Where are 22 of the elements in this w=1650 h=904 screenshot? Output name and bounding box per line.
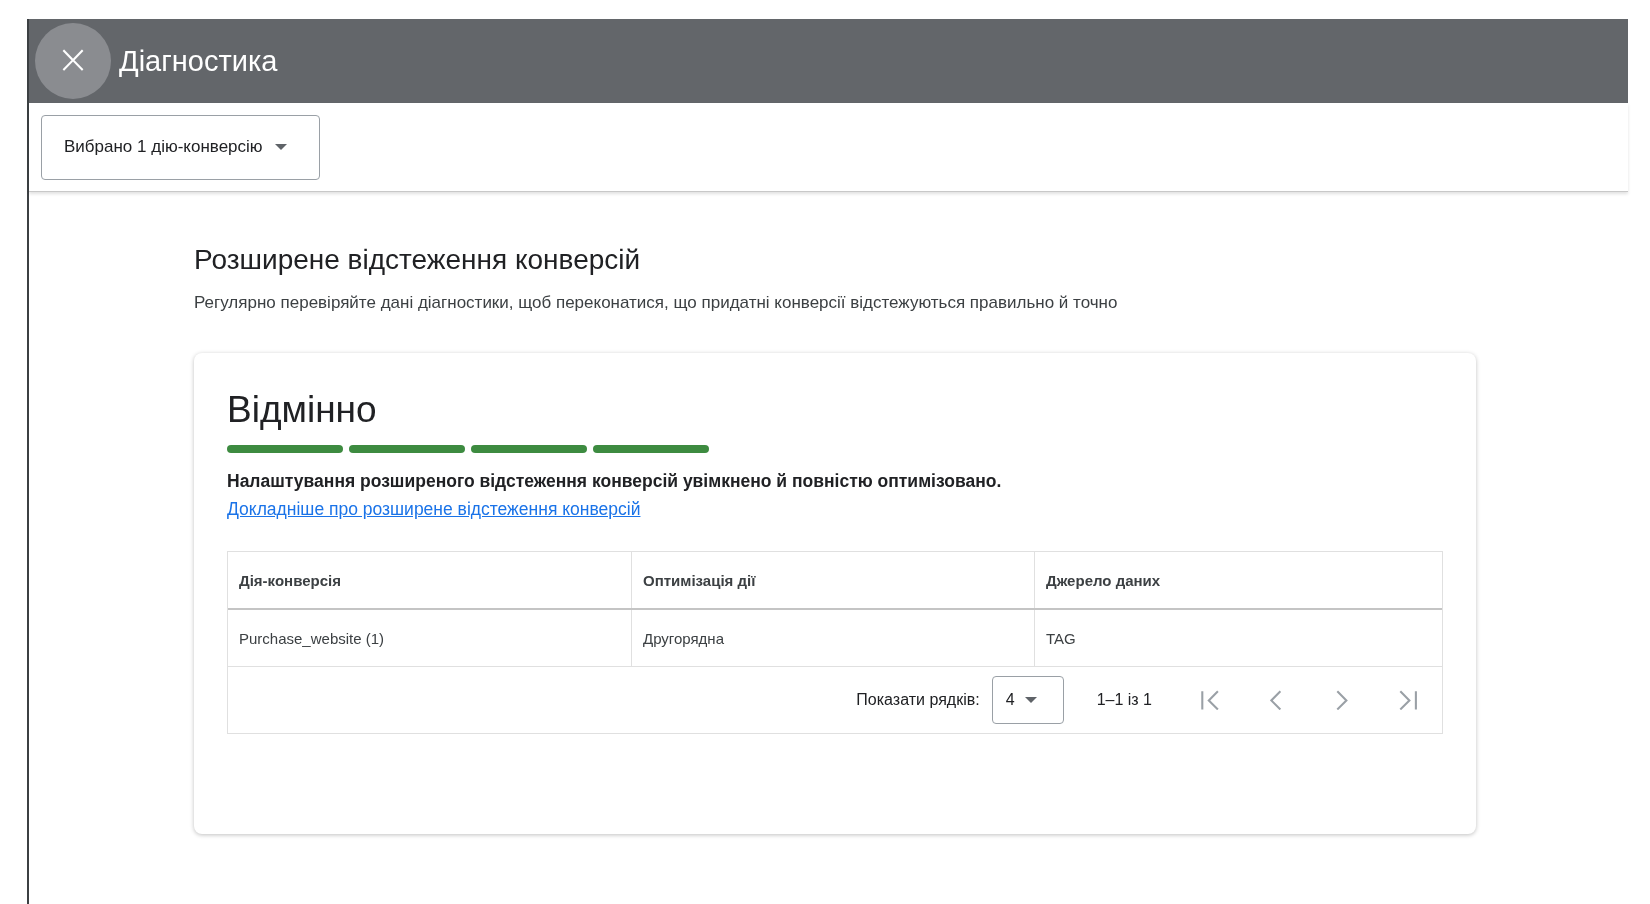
page-title: Діагностика <box>119 44 278 78</box>
first-page-icon <box>1200 689 1220 711</box>
table-cell: Другорядна <box>632 610 1035 666</box>
status-label: Відмінно <box>227 389 378 431</box>
column-header: Оптимізація дії <box>632 552 1035 608</box>
next-page-icon <box>1336 689 1348 711</box>
conversion-dropdown[interactable]: Вибрано 1 дію-конверсію <box>41 114 320 180</box>
previous-page-icon <box>1270 689 1282 711</box>
caret-icon <box>1024 697 1037 703</box>
page-range: 1–1 із 1 <box>1096 691 1152 709</box>
table-cell-text: TAG <box>1045 628 1077 649</box>
status-message: Налаштування розширеного відстеження конверсій увімкнено й повністю оптимізовано. Докладніше про розширене відстеження конверсій <box>227 470 1003 521</box>
last-page-icon <box>1398 689 1418 711</box>
column-header: Джерело даних <box>1045 570 1162 591</box>
section-title: Розширене відстеження конверсій <box>194 244 642 276</box>
table-cell: Purchase_website (1) <box>228 610 632 666</box>
caret-icon <box>274 144 287 150</box>
rows-per-page-label: Показати рядків: <box>856 691 980 709</box>
column-header: Дія-конверсія <box>228 552 632 608</box>
section-subtitle: Регулярно перевіряйте дані діагностики, щоб переконатися, що придатні конверсії відстежуються правильно й точно <box>194 293 1119 313</box>
learn-more-link[interactable]: Докладніше про розширене відстеження конверсій <box>227 499 641 519</box>
rows-per-page-dropdown[interactable]: 4 <box>991 676 1064 724</box>
